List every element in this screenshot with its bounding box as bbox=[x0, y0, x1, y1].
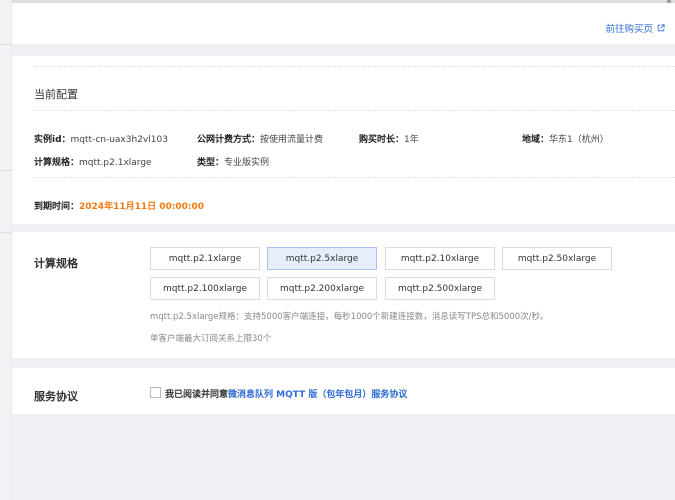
spec-field: 计算规格：mqtt.p2.1xlarge bbox=[34, 155, 152, 168]
spec-description: mqtt.p2.5xlarge规格：支持5000客户端连接，每秒1000个新建连… bbox=[150, 312, 549, 322]
spec-option-5xlarge[interactable]: mqtt.p2.5xlarge bbox=[267, 247, 377, 270]
config-title: 当前配置 bbox=[34, 88, 78, 101]
spec-label: 计算规格： bbox=[34, 158, 80, 168]
agreement-section-label: 服务协议 bbox=[34, 390, 78, 403]
sidebar-divider bbox=[0, 44, 12, 45]
duration-field: 购买时长：1年 bbox=[359, 132, 419, 145]
type-label: 类型： bbox=[197, 158, 225, 168]
agreement-link[interactable]: 微消息队列 MQTT 版（包年包月）服务协议 bbox=[228, 390, 407, 400]
agreement-text: 我已阅读并同意微消息队列 MQTT 版（包年包月）服务协议 bbox=[165, 387, 407, 400]
region-label: 地域： bbox=[522, 135, 550, 145]
spec-option-50xlarge[interactable]: mqtt.p2.50xlarge bbox=[502, 247, 612, 270]
agreement-prefix: 我已阅读并同意 bbox=[165, 390, 229, 400]
sidebar-divider bbox=[0, 232, 12, 233]
spec-option-200xlarge[interactable]: mqtt.p2.200xlarge bbox=[267, 277, 377, 300]
external-link-icon bbox=[657, 24, 665, 32]
instance-id-value: mqtt-cn-uax3h2vl103 bbox=[70, 135, 168, 145]
instance-id-label: 实例id： bbox=[34, 135, 71, 145]
region-value: 华东1（杭州） bbox=[549, 135, 609, 145]
expire-label: 到期时间： bbox=[34, 202, 80, 212]
billing-label: 公网计费方式： bbox=[197, 135, 261, 145]
sidebar-divider bbox=[0, 170, 12, 171]
expire-value: 2024年11月11日 00:00:00 bbox=[79, 202, 205, 212]
billing-value: 按使用流量计费 bbox=[260, 135, 324, 145]
spec-option-10xlarge[interactable]: mqtt.p2.10xlarge bbox=[385, 247, 495, 270]
dashed-divider bbox=[34, 66, 675, 67]
left-sidebar-strip bbox=[0, 0, 12, 500]
spec-option-500xlarge[interactable]: mqtt.p2.500xlarge bbox=[385, 277, 495, 300]
spec-option-100xlarge[interactable]: mqtt.p2.100xlarge bbox=[150, 277, 260, 300]
agreement-checkbox[interactable] bbox=[150, 387, 161, 398]
duration-value: 1年 bbox=[404, 135, 419, 145]
spec-option-1xlarge[interactable]: mqtt.p2.1xlarge bbox=[150, 247, 260, 270]
expire-field: 到期时间：2024年11月11日 00:00:00 bbox=[34, 199, 204, 212]
header-card: 前往购买页 bbox=[12, 3, 675, 44]
duration-label: 购买时长： bbox=[359, 135, 405, 145]
spec-selection-card: 计算规格 mqtt.p2.1xlarge mqtt.p2.5xlarge mqt… bbox=[12, 232, 675, 358]
dashed-divider bbox=[34, 177, 675, 178]
region-field: 地域：华东1（杭州） bbox=[522, 132, 609, 145]
spec-section-label: 计算规格 bbox=[34, 257, 78, 270]
buy-page-link[interactable]: 前往购买页 bbox=[605, 21, 665, 35]
buy-page-link-label: 前往购买页 bbox=[605, 24, 653, 35]
type-value: 专业版实例 bbox=[224, 158, 270, 168]
billing-field: 公网计费方式：按使用流量计费 bbox=[197, 132, 323, 145]
instance-id-field: 实例id：mqtt-cn-uax3h2vl103 bbox=[34, 132, 168, 145]
current-config-card: 当前配置 实例id：mqtt-cn-uax3h2vl103 公网计费方式：按使用… bbox=[12, 56, 675, 224]
spec-value: mqtt.p2.1xlarge bbox=[79, 158, 152, 168]
agreement-card: 服务协议 我已阅读并同意微消息队列 MQTT 版（包年包月）服务协议 bbox=[12, 368, 675, 414]
spec-note: 单客户端最大订阅关系上限30个 bbox=[150, 334, 272, 344]
dashed-divider bbox=[34, 110, 675, 111]
type-field: 类型：专业版实例 bbox=[197, 155, 269, 168]
